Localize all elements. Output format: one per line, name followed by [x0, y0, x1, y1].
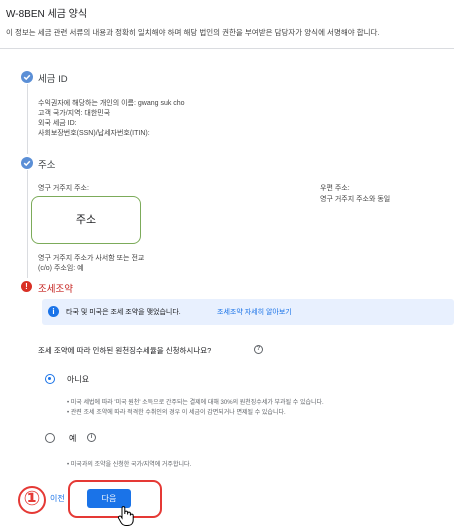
section-title-tax-id: 세금 ID: [38, 74, 68, 85]
mailing-address-label: 우편 주소:: [320, 185, 350, 192]
hand-cursor-icon: [117, 505, 135, 528]
step-connector: [27, 170, 28, 278]
tax-id-foreign-id-line: 외국 세금 ID:: [38, 120, 77, 127]
mailing-address-value: 영구 거주지 주소와 동일: [320, 196, 391, 203]
radio-no[interactable]: [45, 374, 55, 384]
no-bullet-2-text: 관련 조세 조약에 따라 적격한 수취인의 경우 이 세금이 감면되거나 면제될…: [70, 410, 286, 416]
radio-yes[interactable]: [45, 433, 55, 443]
radio-no-label: 아니요: [67, 375, 90, 384]
no-bullet-2: • 관련 조세 조약에 따라 적격한 수취인의 경우 이 세금이 감면되거나 면…: [67, 410, 286, 416]
error-circle-icon: !: [21, 281, 32, 292]
treaty-info-text: 타국 및 미국은 조세 조약을 맺었습니다.: [66, 309, 181, 316]
treaty-learn-more-link[interactable]: 조세조약 자세히 알아보기: [217, 307, 292, 317]
no-bullet-1-text: 미국 세법에 따라 '미국 원천' 소득으로 간주되는 결제에 대해 30%의 …: [70, 400, 324, 406]
help-icon[interactable]: ?: [254, 345, 263, 354]
highlight-box: [68, 480, 162, 518]
treaty-info-banner: i 타국 및 미국은 조세 조약을 맺었습니다. 조세조약 자세히 알아보기: [42, 299, 454, 325]
po-box-note-value: (c/o) 주소임: 예: [38, 265, 84, 272]
yes-bullet-1-text: 미국과의 조약을 신청한 국가/지역에 거주합니다.: [70, 462, 192, 468]
section-title-treaty: 조세조약: [38, 284, 73, 295]
po-box-note: 영구 거주지 주소가 사서함 또는 전교: [38, 255, 145, 262]
treaty-question: 조세 조약에 따라 인하된 원천징수세율을 신청하시나요?: [38, 346, 212, 355]
prev-button[interactable]: 이전: [50, 493, 65, 504]
section-title-address: 주소: [38, 160, 56, 171]
page-title: W-8BEN 세금 양식: [6, 9, 88, 20]
header-divider: [0, 48, 454, 49]
yes-bullet-1: • 미국과의 조약을 신청한 국가/지역에 거주합니다.: [67, 462, 192, 468]
permanent-address-label: 영구 거주지 주소:: [38, 185, 89, 192]
tax-id-name-line: 수익권자에 해당하는 개인의 이름: gwang suk cho: [38, 100, 185, 107]
tax-id-country-line: 고객 국가/지역: 대한민국: [38, 110, 111, 117]
intro-text: 이 정보는 세금 관련 서류의 내용과 정확히 일치해야 하며 해당 법인의 권…: [6, 28, 380, 37]
address-box-text: 주소: [75, 214, 97, 226]
step-connector: [27, 84, 28, 154]
address-redaction-box: 주소: [31, 196, 141, 244]
tax-id-ssn-line: 사회보장번호(SSN)/납세자번호(ITIN):: [38, 130, 150, 137]
radio-yes-label: 예: [69, 434, 77, 443]
step-number-annotation: ①: [18, 486, 46, 514]
check-circle-icon: [21, 157, 33, 169]
info-icon: i: [48, 306, 59, 317]
help-icon[interactable]: i: [87, 433, 96, 442]
check-circle-icon: [21, 71, 33, 83]
no-bullet-1: • 미국 세법에 따라 '미국 원천' 소득으로 간주되는 결제에 대해 30%…: [67, 400, 324, 406]
